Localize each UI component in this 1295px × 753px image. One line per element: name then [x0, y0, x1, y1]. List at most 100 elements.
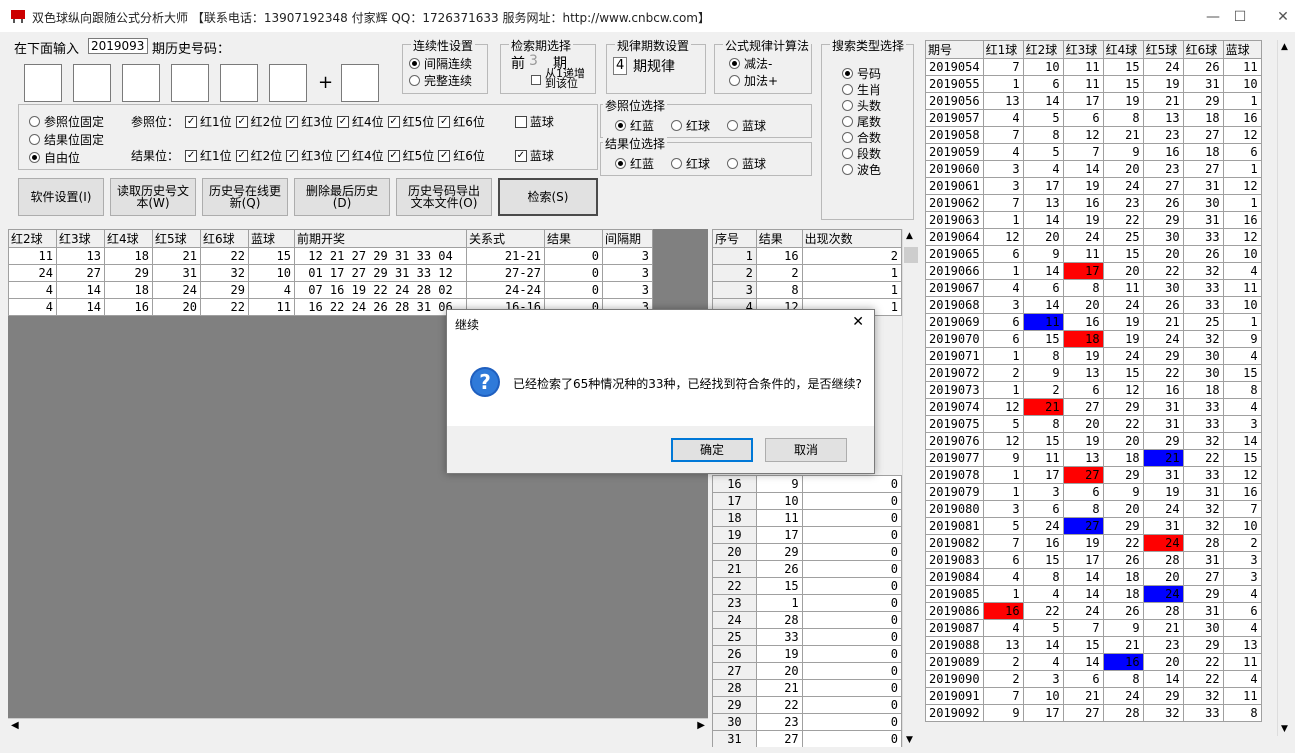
history-row[interactable]: 2019087 4 5 7 9 21 30 4 — [925, 619, 1262, 637]
number-input-6[interactable] — [269, 64, 307, 102]
close-button[interactable]: ✕ — [1268, 6, 1295, 28]
history-row[interactable]: 2019056 13 14 17 19 21 29 1 — [925, 92, 1262, 110]
search-type-head-radio[interactable]: 头数 — [842, 97, 881, 114]
history-col-header[interactable]: 红5球 — [1142, 40, 1184, 59]
ref-fixed-radio[interactable]: 参照位固定 — [29, 113, 104, 130]
history-row[interactable]: 2019067 4 6 8 11 30 33 11 — [925, 279, 1262, 297]
history-row[interactable]: 2019085 1 4 14 18 24 29 4 — [925, 585, 1262, 603]
ref-blue-checkbox[interactable]: 蓝球 — [514, 113, 554, 130]
history-row[interactable]: 2019092 9 17 27 28 32 33 8 — [925, 704, 1262, 722]
search-type-segment-radio[interactable]: 段数 — [842, 145, 881, 162]
history-row[interactable]: 2019063 1 14 19 22 29 31 16 — [925, 211, 1262, 229]
history-row[interactable]: 2019059 4 5 7 9 16 18 6 — [925, 143, 1262, 161]
history-row[interactable]: 2019057 4 5 6 8 13 18 16 — [925, 109, 1262, 127]
history-row[interactable]: 2019075 5 8 20 22 31 33 3 — [925, 415, 1262, 433]
number-input-2[interactable] — [73, 64, 111, 102]
dialog-close-icon[interactable]: ✕ — [852, 314, 864, 330]
history-scroll-up-icon[interactable]: ▲ — [1281, 42, 1288, 52]
freq-col-header[interactable]: 出现次数 — [801, 229, 903, 248]
res-select-blue-radio[interactable]: 蓝球 — [727, 155, 766, 172]
res-red4-checkbox[interactable]: ✓ 红4位 — [336, 147, 384, 164]
ref-red5-checkbox[interactable]: ✓ 红5位 — [387, 113, 434, 130]
continuity-interval-radio[interactable]: 间隔连续 — [409, 55, 472, 72]
scroll-left-icon[interactable]: ◀ — [11, 720, 19, 731]
history-row[interactable]: 2019082 7 16 19 22 24 28 2 — [925, 534, 1262, 552]
history-row[interactable]: 2019080 3 6 8 20 24 32 7 — [925, 500, 1262, 518]
freq-col-header[interactable]: 序号 — [712, 229, 757, 248]
free-radio[interactable]: 自由位 — [29, 149, 80, 166]
number-input-3[interactable] — [122, 64, 160, 102]
freq-row[interactable]: 18 11 0 — [712, 509, 903, 527]
minimize-button[interactable]: — — [1198, 6, 1228, 28]
history-row[interactable]: 2019068 3 14 20 24 26 33 10 — [925, 296, 1262, 314]
res-fixed-radio[interactable]: 结果位固定 — [29, 131, 104, 148]
history-col-header[interactable]: 期号 — [925, 40, 984, 59]
history-row[interactable]: 2019083 6 15 17 26 28 31 3 — [925, 551, 1262, 569]
freq-row[interactable]: 19 17 0 — [712, 526, 903, 544]
number-input-4[interactable] — [171, 64, 209, 102]
result-col-header[interactable]: 蓝球 — [248, 229, 295, 248]
history-col-header[interactable]: 红3球 — [1062, 40, 1104, 59]
search-type-wave-radio[interactable]: 波色 — [842, 161, 881, 178]
history-row[interactable]: 2019055 1 6 11 15 19 31 10 — [925, 75, 1262, 93]
freq-row[interactable]: 16 9 0 — [712, 475, 903, 493]
read-history-button[interactable]: 读取历史号文本(W) — [110, 178, 196, 216]
freq-col-header[interactable]: 结果 — [755, 229, 803, 248]
result-hscroll[interactable]: ◀ ▶ — [8, 718, 708, 735]
history-row[interactable]: 2019066 1 14 17 20 22 32 4 — [925, 262, 1262, 280]
search-type-tail-radio[interactable]: 尾数 — [842, 113, 881, 130]
history-row[interactable]: 2019072 2 9 13 15 22 30 15 — [925, 364, 1262, 382]
history-col-header[interactable]: 红1球 — [982, 40, 1024, 59]
history-row[interactable]: 2019065 6 9 11 15 20 26 10 — [925, 245, 1262, 263]
res-select-redblue-radio[interactable]: 红蓝 — [615, 155, 654, 172]
freq-row[interactable]: 27 20 0 — [712, 662, 903, 680]
result-col-header[interactable]: 红6球 — [200, 229, 249, 248]
ref-select-redblue-radio[interactable]: 红蓝 — [615, 117, 654, 134]
history-row[interactable]: 2019064 12 20 24 25 30 33 12 — [925, 228, 1262, 246]
freq-row[interactable]: 23 1 0 — [712, 594, 903, 612]
history-row[interactable]: 2019076 12 15 19 20 29 32 14 — [925, 432, 1262, 450]
freq-row[interactable]: 381 — [712, 281, 903, 299]
continuity-complete-radio[interactable]: 完整连续 — [409, 72, 472, 89]
history-row[interactable]: 2019054 7 10 11 15 24 26 11 — [925, 58, 1262, 76]
rule-period-input[interactable]: 4 — [613, 57, 627, 75]
result-col-header[interactable]: 结果 — [544, 229, 603, 248]
period-input[interactable]: 2019093 — [88, 38, 148, 54]
result-row[interactable]: 24 27 29 31 32 10 01 17 27 29 31 33 12 27-27 0 3 — [8, 264, 653, 282]
search-type-zodiac-radio[interactable]: 生肖 — [842, 81, 881, 98]
history-row[interactable]: 2019069 6 11 16 19 21 25 1 — [925, 313, 1262, 331]
increment-checkbox[interactable] — [531, 75, 541, 85]
res-red1-checkbox[interactable]: ✓ 红1位 — [185, 147, 232, 164]
scroll-right-icon[interactable]: ▶ — [697, 720, 705, 731]
history-row[interactable]: 2019091 7 10 21 24 29 32 11 — [925, 687, 1262, 705]
search-button[interactable]: 检索(S) — [498, 178, 598, 216]
export-history-button[interactable]: 历史号码导出文本文件(O) — [396, 178, 492, 216]
res-red2-checkbox[interactable]: ✓ 红2位 — [235, 147, 282, 164]
scroll-thumb[interactable] — [904, 247, 918, 263]
freq-row[interactable]: 1 16 2 — [712, 247, 903, 265]
result-row[interactable]: 4 14 18 24 29 4 07 16 19 22 24 28 02 24-24 0 3 — [8, 281, 653, 299]
scroll-up-icon[interactable]: ▲ — [906, 231, 913, 241]
history-row[interactable]: 2019081 5 24 27 29 31 32 10 — [925, 517, 1262, 535]
history-row[interactable]: 2019079 1 3 6 9 19 31 16 — [925, 483, 1262, 501]
history-row[interactable]: 2019070 6 15 18 19 24 32 9 — [925, 330, 1262, 348]
result-col-header[interactable]: 间隔期 — [602, 229, 653, 248]
history-row[interactable]: 2019089 2 4 14 16 20 22 11 — [925, 653, 1262, 671]
dialog-cancel-button[interactable]: 取消 — [765, 438, 847, 462]
freq-vscroll[interactable]: ▲ ▼ — [902, 229, 919, 747]
ref-red6-checkbox[interactable]: ✓ 红6位 — [438, 113, 485, 130]
history-row[interactable]: 2019090 2 3 6 8 14 22 4 — [925, 670, 1262, 688]
history-scroll-down-icon[interactable]: ▼ — [1281, 724, 1288, 734]
freq-row[interactable]: 20 29 0 — [712, 543, 903, 561]
res-red3-checkbox[interactable]: ✓ 红3位 — [286, 147, 333, 164]
freq-row[interactable]: 21 26 0 — [712, 560, 903, 578]
freq-row[interactable]: 17 10 0 — [712, 492, 903, 510]
add-radio[interactable]: 加法+ — [729, 72, 778, 89]
history-row[interactable]: 2019062 7 13 16 23 26 30 1 — [925, 194, 1262, 212]
scroll-down-icon[interactable]: ▼ — [906, 735, 913, 745]
history-col-header[interactable]: 红4球 — [1102, 40, 1144, 59]
ref-red3-checkbox[interactable]: ✓ 红3位 — [286, 113, 333, 130]
history-row[interactable]: 2019073 1 2 6 12 16 18 8 — [925, 381, 1262, 399]
result-col-header[interactable]: 关系式 — [466, 229, 545, 248]
result-col-header[interactable]: 红4球 — [104, 229, 153, 248]
